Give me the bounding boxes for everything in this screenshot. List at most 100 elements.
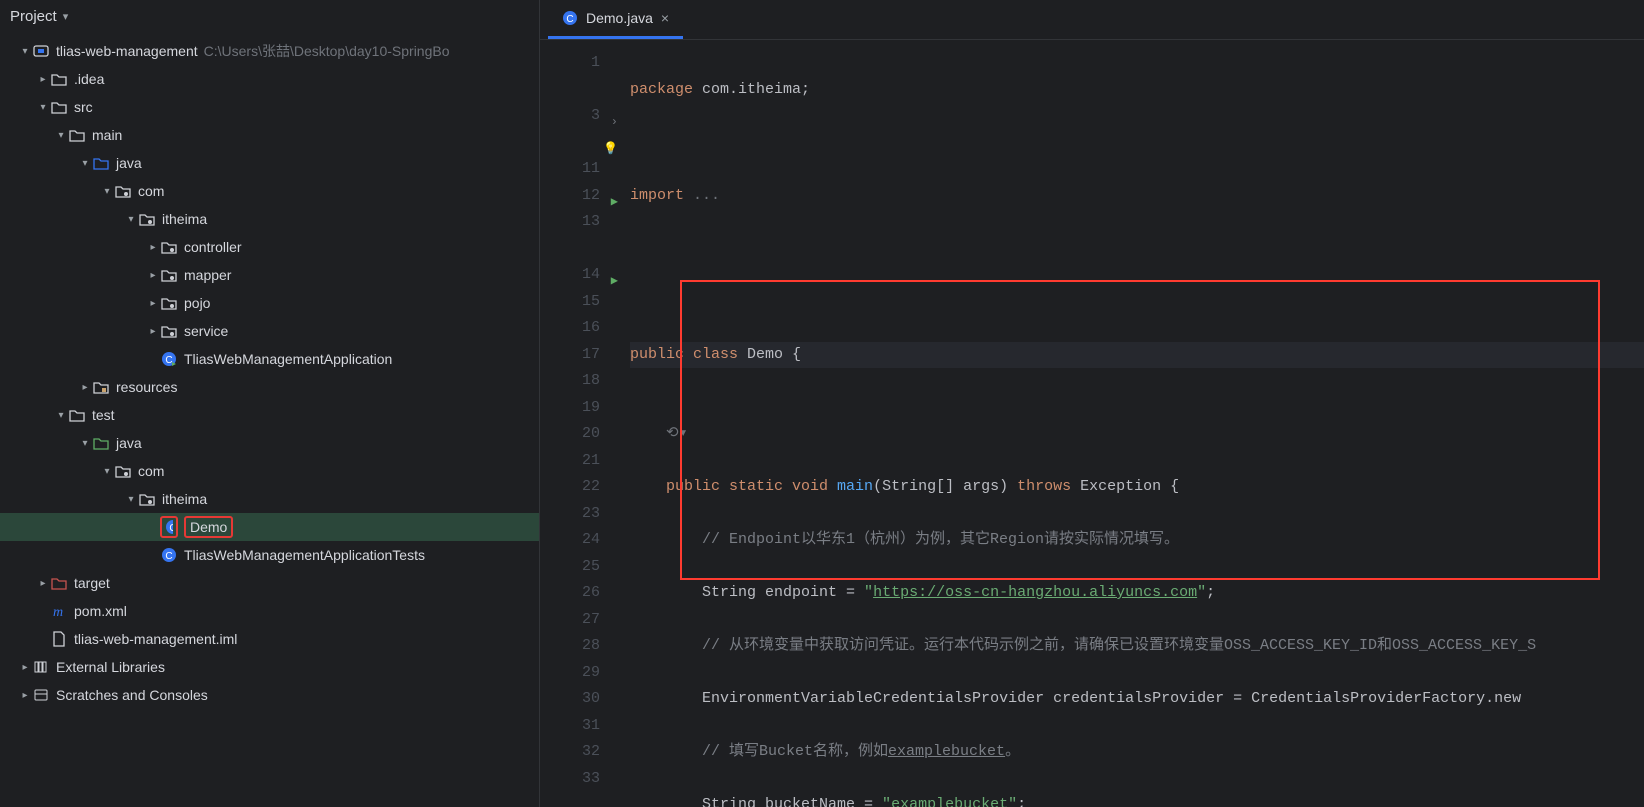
tree-label: main bbox=[92, 127, 122, 143]
line-number: 31 bbox=[540, 713, 620, 740]
chevron-down-icon: ▾ bbox=[100, 466, 114, 477]
line-number: 14▶ bbox=[540, 262, 620, 289]
tree-node-com[interactable]: ▾ com bbox=[0, 177, 539, 205]
tree-node-target[interactable]: ▸ target bbox=[0, 569, 539, 597]
tree-node-idea[interactable]: ▸ .idea bbox=[0, 65, 539, 93]
line-number: 30 bbox=[540, 686, 620, 713]
tree-label: Scratches and Consoles bbox=[56, 687, 208, 703]
source-folder-icon bbox=[92, 156, 110, 170]
line-number: 25 bbox=[540, 554, 620, 581]
package-icon bbox=[138, 212, 156, 226]
project-sidebar: Project ▾ ▾ tlias-web-management C:\User… bbox=[0, 0, 540, 807]
line-number: 15 bbox=[540, 289, 620, 316]
tree-label: mapper bbox=[184, 267, 231, 283]
tree-node-java[interactable]: ▾ java bbox=[0, 149, 539, 177]
chevron-down-icon: ▾ bbox=[78, 438, 92, 449]
chevron-down-icon: ▾ bbox=[54, 130, 68, 141]
package-icon bbox=[138, 492, 156, 506]
tree-node-tliastests[interactable]: C TliasWebManagementApplicationTests bbox=[0, 541, 539, 569]
class-icon: C bbox=[160, 516, 178, 538]
tree-node-demo[interactable]: C Demo bbox=[0, 513, 539, 541]
tree-label: pom.xml bbox=[74, 603, 127, 619]
line-number: 11 bbox=[540, 156, 620, 183]
tree-node-test-com[interactable]: ▾ com bbox=[0, 457, 539, 485]
line-number: 28 bbox=[540, 633, 620, 660]
scratch-icon bbox=[32, 687, 50, 703]
tree-node-pojo[interactable]: ▸ pojo bbox=[0, 289, 539, 317]
tree-label: service bbox=[184, 323, 228, 339]
tree-label: test bbox=[92, 407, 115, 423]
tree-node-test[interactable]: ▾ test bbox=[0, 401, 539, 429]
chevron-right-icon: ▸ bbox=[78, 382, 92, 393]
tree-node-tliasapp[interactable]: C TliasWebManagementApplication bbox=[0, 345, 539, 373]
tree-node-service[interactable]: ▸ service bbox=[0, 317, 539, 345]
tree-node-itheima[interactable]: ▾ itheima bbox=[0, 205, 539, 233]
tree-node-controller[interactable]: ▸ controller bbox=[0, 233, 539, 261]
class-run-icon: C bbox=[160, 351, 178, 367]
tree-path: C:\Users\张喆\Desktop\day10-SpringBo bbox=[204, 41, 450, 61]
chevron-down-icon: ▾ bbox=[18, 46, 32, 57]
test-folder-icon bbox=[92, 436, 110, 450]
chevron-right-icon: ▸ bbox=[18, 690, 32, 701]
line-number: 22 bbox=[540, 474, 620, 501]
line-number bbox=[540, 236, 620, 263]
tab-label: Demo.java bbox=[586, 10, 653, 26]
code-editor[interactable]: 1 3› 💡 11 12▶ 13 14▶ 15 16 17 18 19 20 2… bbox=[540, 40, 1644, 807]
line-number: 1 bbox=[540, 50, 620, 77]
library-icon bbox=[32, 659, 50, 675]
tree-node-main[interactable]: ▾ main bbox=[0, 121, 539, 149]
line-number: 19 bbox=[540, 395, 620, 422]
line-number: 29 bbox=[540, 660, 620, 687]
tree-label: src bbox=[74, 99, 93, 115]
class-icon: C bbox=[160, 547, 178, 563]
tree-node-external-libraries[interactable]: ▸ External Libraries bbox=[0, 653, 539, 681]
svg-text:m: m bbox=[53, 605, 63, 619]
tree-label: controller bbox=[184, 239, 242, 255]
package-icon bbox=[160, 240, 178, 254]
folder-icon bbox=[68, 128, 86, 142]
line-number: 18 bbox=[540, 368, 620, 395]
line-number: 26 bbox=[540, 580, 620, 607]
line-number: 33 bbox=[540, 766, 620, 793]
chevron-right-icon: ▸ bbox=[36, 74, 50, 85]
line-number: 27 bbox=[540, 607, 620, 634]
app-root: Project ▾ ▾ tlias-web-management C:\User… bbox=[0, 0, 1644, 807]
tree-label: target bbox=[74, 575, 110, 591]
tree-node-test-itheima[interactable]: ▾ itheima bbox=[0, 485, 539, 513]
tree-node-root[interactable]: ▾ tlias-web-management C:\Users\张喆\Deskt… bbox=[0, 37, 539, 65]
close-icon[interactable]: × bbox=[661, 10, 669, 26]
chevron-down-icon: ▾ bbox=[63, 10, 69, 23]
tree-label: tlias-web-management.iml bbox=[74, 631, 237, 647]
chevron-down-icon: ▾ bbox=[124, 494, 138, 505]
file-icon bbox=[50, 631, 68, 647]
tree-node-mapper[interactable]: ▸ mapper bbox=[0, 261, 539, 289]
resource-folder-icon bbox=[92, 380, 110, 394]
tree-label: TliasWebManagementApplicationTests bbox=[184, 547, 425, 563]
tree-node-test-java[interactable]: ▾ java bbox=[0, 429, 539, 457]
code-content[interactable]: package com.itheima; import ... public c… bbox=[620, 40, 1644, 807]
tree-label: itheima bbox=[162, 211, 207, 227]
line-number: 16 bbox=[540, 315, 620, 342]
chevron-right-icon: ▸ bbox=[146, 270, 160, 281]
maven-icon: m bbox=[50, 603, 68, 619]
tree-label: java bbox=[116, 155, 142, 171]
tree-label: TliasWebManagementApplication bbox=[184, 351, 392, 367]
tree-node-iml[interactable]: tlias-web-management.iml bbox=[0, 625, 539, 653]
tree-label: itheima bbox=[162, 491, 207, 507]
editor-tab-demo[interactable]: C Demo.java × bbox=[548, 0, 683, 39]
line-number: 12▶ bbox=[540, 183, 620, 210]
chevron-down-icon: ▾ bbox=[36, 102, 50, 113]
tree-label: Demo bbox=[184, 516, 233, 538]
project-tool-header[interactable]: Project ▾ bbox=[0, 0, 539, 33]
chevron-down-icon: ▾ bbox=[100, 186, 114, 197]
chevron-down-icon: ▾ bbox=[54, 410, 68, 421]
line-number: 13 bbox=[540, 209, 620, 236]
tree-node-src[interactable]: ▾ src bbox=[0, 93, 539, 121]
line-number bbox=[540, 77, 620, 104]
tree-node-resources[interactable]: ▸ resources bbox=[0, 373, 539, 401]
package-icon bbox=[114, 464, 132, 478]
package-icon bbox=[160, 324, 178, 338]
tree-label: com bbox=[138, 183, 164, 199]
tree-node-pom[interactable]: m pom.xml bbox=[0, 597, 539, 625]
tree-node-scratches[interactable]: ▸ Scratches and Consoles bbox=[0, 681, 539, 709]
